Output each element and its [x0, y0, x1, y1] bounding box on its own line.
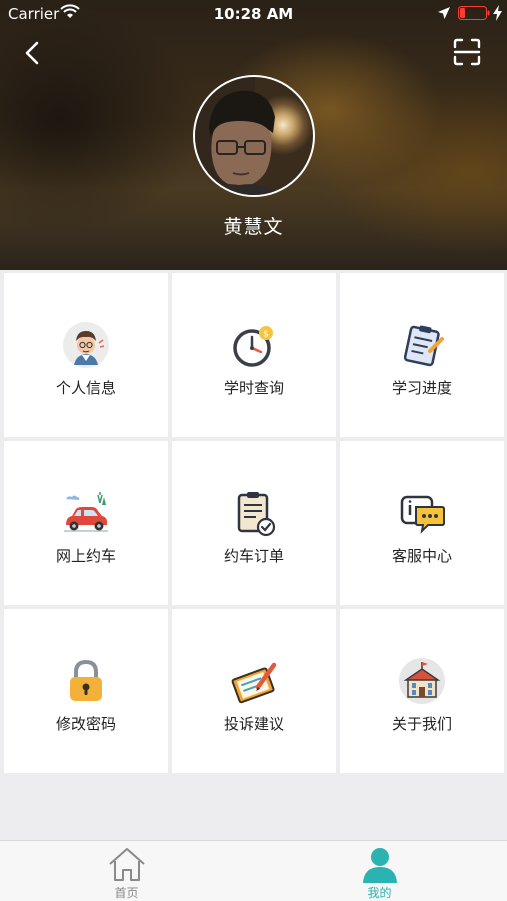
menu-tile-study-progress[interactable]: 学习进度	[340, 273, 504, 437]
menu-label: 约车订单	[223, 547, 284, 565]
menu-label: 投诉建议	[223, 715, 284, 733]
location-arrow-icon	[438, 7, 450, 19]
status-bar: Carrier 10:28 AM	[0, 0, 507, 28]
menu-tile-personal-info[interactable]: 个人信息	[4, 273, 168, 437]
menu-tile-complaints[interactable]: 投诉建议	[172, 609, 336, 773]
menu-label: 修改密码	[55, 715, 116, 733]
order-icon	[237, 492, 276, 537]
menu-tile-study-hours[interactable]: $ 学时查询	[172, 273, 336, 437]
menu-label: 个人信息	[55, 379, 116, 397]
avatar-photo	[195, 77, 279, 195]
battery-icon	[458, 6, 490, 20]
personal-info-icon	[63, 322, 109, 368]
menu-tile-change-password[interactable]: 修改密码	[4, 609, 168, 773]
tab-bar: 首页 我的	[0, 840, 507, 901]
tab-label: 首页	[114, 886, 139, 900]
svg-text:$: $	[263, 330, 269, 340]
scan-button[interactable]	[453, 38, 481, 66]
status-time: 10:28 AM	[213, 5, 294, 23]
pencil-note-icon	[231, 662, 277, 704]
menu-tile-car-orders[interactable]: 约车订单	[172, 441, 336, 605]
tab-mine[interactable]: 我的	[253, 841, 506, 901]
menu-label: 关于我们	[391, 715, 452, 733]
menu-tile-about-us[interactable]: 关于我们	[340, 609, 504, 773]
menu-label: 网上约车	[55, 547, 116, 565]
user-name: 黄慧文	[223, 216, 284, 238]
user-icon	[363, 848, 397, 883]
menu-label: 学习进度	[391, 379, 452, 397]
menu-grid: 个人信息 $ 学时查询 学习进度 网上约车 约车订单 客服中心 修改密码 投诉建…	[4, 273, 504, 773]
menu-tile-customer-service[interactable]: 客服中心	[340, 441, 504, 605]
clock-icon: $	[233, 326, 273, 367]
profile-header: Carrier 10:28 AM 黄慧文	[0, 0, 507, 270]
lock-icon	[70, 659, 102, 701]
menu-label: 学时查询	[223, 379, 284, 397]
avatar[interactable]	[193, 75, 315, 197]
menu-tile-book-car[interactable]: 网上约车	[4, 441, 168, 605]
chat-icon	[400, 495, 445, 534]
tab-label: 我的	[367, 886, 392, 900]
menu-label: 客服中心	[391, 547, 452, 565]
tab-home[interactable]: 首页	[0, 841, 253, 901]
clipboard-progress-icon	[403, 325, 444, 367]
charging-bolt-icon	[493, 5, 502, 21]
car-icon	[64, 492, 108, 532]
home-icon	[109, 848, 145, 881]
back-button[interactable]	[20, 38, 46, 68]
building-icon	[399, 658, 445, 704]
